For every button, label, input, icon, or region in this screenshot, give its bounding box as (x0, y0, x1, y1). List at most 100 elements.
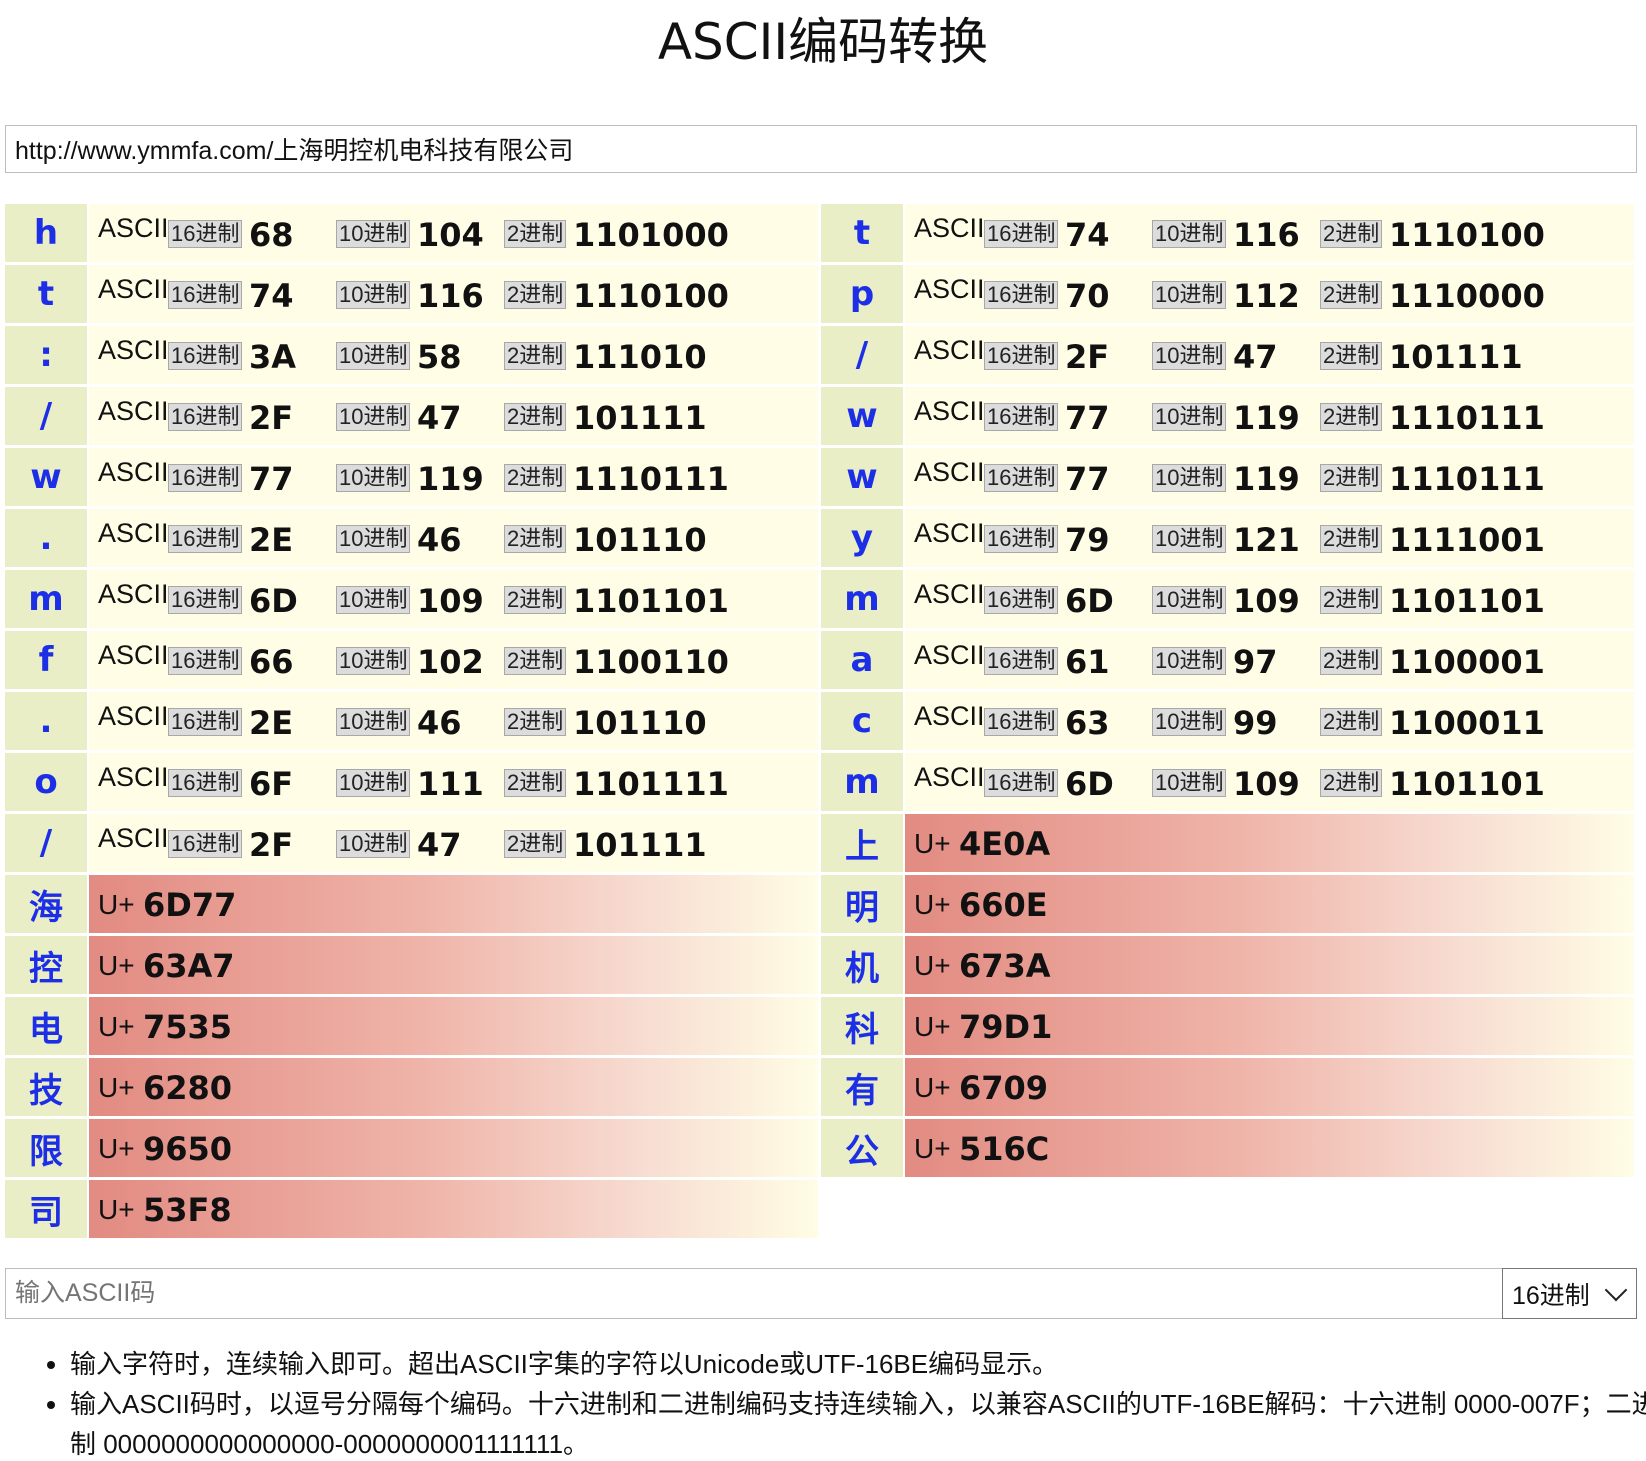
hex-tag: 16进制 (168, 525, 243, 553)
unicode-result-cell: 司 U+ 53F8 (5, 1180, 818, 1238)
unicode-label: U+ (98, 1072, 135, 1103)
ascii-info: ASCII 16进制 79 10进制 121 2进制 1111001 (905, 509, 1634, 567)
unicode-info: U+ 6280 (89, 1058, 818, 1116)
hex-value: 2F (249, 826, 294, 864)
dec-value: 121 (1233, 521, 1300, 559)
ascii-code-input[interactable] (5, 1268, 1502, 1319)
ascii-result-cell: m ASCII 16进制 6D 10进制 109 2进制 1101101 (821, 753, 1634, 811)
hex-value: 6F (249, 765, 294, 803)
character: 机 (821, 936, 903, 994)
bin-value: 1110111 (1389, 460, 1545, 498)
text-input[interactable] (5, 125, 1637, 173)
character: y (821, 509, 903, 567)
unicode-info: U+ 79D1 (905, 997, 1634, 1055)
ascii-info: ASCII 16进制 74 10进制 116 2进制 1110100 (89, 265, 818, 323)
ascii-label: ASCII (914, 579, 985, 609)
bin-value: 1111001 (1389, 521, 1545, 559)
unicode-value: 63A7 (143, 947, 235, 985)
hex-tag: 16进制 (168, 281, 243, 309)
hex-tag: 16进制 (984, 403, 1059, 431)
dec-value: 47 (417, 399, 462, 437)
character: a (821, 631, 903, 689)
radix-select-value: 16进制 (1512, 1281, 1590, 1310)
unicode-label: U+ (98, 1133, 135, 1164)
bin-value: 101110 (573, 521, 707, 559)
unicode-result-cell: 机 U+ 673A (821, 936, 1634, 994)
hex-value: 79 (1065, 521, 1110, 559)
dec-value: 102 (417, 643, 484, 681)
character: p (821, 265, 903, 323)
ascii-result-cell: / ASCII 16进制 2F 10进制 47 2进制 101111 (5, 387, 818, 445)
hex-value: 2E (249, 704, 294, 742)
unicode-label: U+ (98, 950, 135, 981)
bin-tag: 2进制 (1320, 647, 1383, 675)
dec-value: 119 (417, 460, 484, 498)
note-item: 输入ASCII码时，以逗号分隔每个编码。十六进制和二进制编码支持连续输入，以兼容… (70, 1384, 1646, 1461)
hex-value: 68 (249, 216, 294, 254)
hex-value: 61 (1065, 643, 1110, 681)
character: 控 (5, 936, 87, 994)
bin-value: 1100011 (1389, 704, 1545, 742)
unicode-value: 9650 (143, 1130, 233, 1168)
dec-tag: 10进制 (1152, 708, 1227, 736)
unicode-result-cell: 限 U+ 9650 (5, 1119, 818, 1177)
unicode-result-cell: 电 U+ 7535 (5, 997, 818, 1055)
bin-value: 101110 (573, 704, 707, 742)
unicode-info: U+ 6709 (905, 1058, 1634, 1116)
hex-tag: 16进制 (984, 647, 1059, 675)
unicode-info: U+ 9650 (89, 1119, 818, 1177)
bin-tag: 2进制 (504, 220, 567, 248)
hex-value: 2E (249, 521, 294, 559)
bin-tag: 2进制 (504, 403, 567, 431)
ascii-info: ASCII 16进制 2F 10进制 47 2进制 101111 (89, 387, 818, 445)
ascii-info: ASCII 16进制 74 10进制 116 2进制 1110100 (905, 204, 1634, 262)
character: m (821, 570, 903, 628)
ascii-info: ASCII 16进制 2F 10进制 47 2进制 101111 (89, 814, 818, 872)
character: o (5, 753, 87, 811)
unicode-info: U+ 6D77 (89, 875, 818, 933)
unicode-label: U+ (914, 1133, 951, 1164)
dec-value: 99 (1233, 704, 1278, 742)
ascii-info: ASCII 16进制 63 10进制 99 2进制 1100011 (905, 692, 1634, 750)
character: . (5, 692, 87, 750)
hex-value: 6D (1065, 765, 1114, 803)
bin-tag: 2进制 (504, 342, 567, 370)
hex-tag: 16进制 (984, 342, 1059, 370)
character: . (5, 509, 87, 567)
radix-select[interactable]: 16进制 (1502, 1268, 1637, 1319)
dec-tag: 10进制 (336, 647, 411, 675)
page: ASCII编码转换 h ASCII 16进制 68 10进制 104 2进制 1… (0, 0, 1646, 1461)
ascii-result-cell: y ASCII 16进制 79 10进制 121 2进制 1111001 (821, 509, 1634, 567)
dec-value: 112 (1233, 277, 1300, 315)
bin-tag: 2进制 (504, 586, 567, 614)
dec-value: 47 (417, 826, 462, 864)
hex-tag: 16进制 (168, 769, 243, 797)
character: m (5, 570, 87, 628)
hex-tag: 16进制 (168, 342, 243, 370)
unicode-result-cell: 公 U+ 516C (821, 1119, 1634, 1177)
dec-tag: 10进制 (1152, 525, 1227, 553)
bin-value: 1100110 (573, 643, 729, 681)
hex-value: 66 (249, 643, 294, 681)
dec-value: 116 (1233, 216, 1300, 254)
ascii-result-cell: w ASCII 16进制 77 10进制 119 2进制 1110111 (5, 448, 818, 506)
hex-tag: 16进制 (984, 586, 1059, 614)
ascii-info: ASCII 16进制 66 10进制 102 2进制 1100110 (89, 631, 818, 689)
bin-value: 1101111 (573, 765, 729, 803)
ascii-info: ASCII 16进制 68 10进制 104 2进制 1101000 (89, 204, 818, 262)
bin-tag: 2进制 (1320, 220, 1383, 248)
unicode-result-cell: 控 U+ 63A7 (5, 936, 818, 994)
ascii-label: ASCII (98, 701, 169, 731)
character: w (5, 448, 87, 506)
bin-value: 1101101 (1389, 582, 1545, 620)
help-notes: 输入字符时，连续输入即可。超出ASCII字集的字符以Unicode或UTF-16… (30, 1344, 1646, 1461)
character: f (5, 631, 87, 689)
ascii-label: ASCII (98, 274, 169, 304)
dec-tag: 10进制 (336, 525, 411, 553)
ascii-result-cell: o ASCII 16进制 6F 10进制 111 2进制 1101111 (5, 753, 818, 811)
character: 限 (5, 1119, 87, 1177)
ascii-info: ASCII 16进制 2F 10进制 47 2进制 101111 (905, 326, 1634, 384)
bin-value: 1110100 (573, 277, 729, 315)
ascii-label: ASCII (98, 213, 169, 243)
character: / (5, 814, 87, 872)
